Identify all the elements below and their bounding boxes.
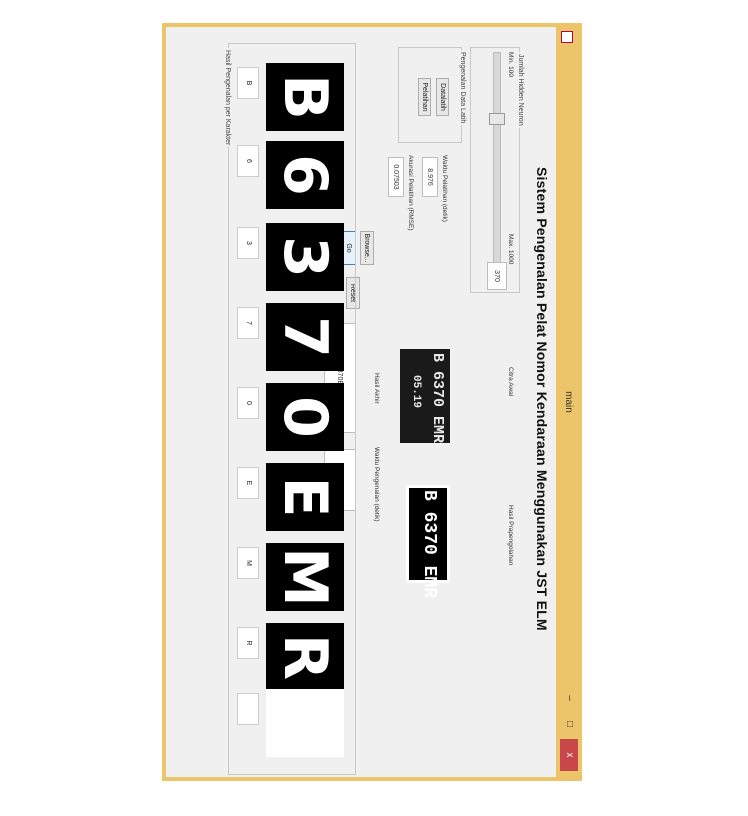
slider-thumb[interactable] [489, 113, 505, 125]
char-result-field: R [237, 627, 259, 659]
hidden-neuron-title: Jumlah Hidden Neuron [517, 52, 524, 128]
segmented-char-glyph: 0 [266, 383, 344, 451]
load-training-data-button[interactable]: Datalatih [436, 78, 449, 116]
char-result-field: E [237, 467, 259, 499]
segmented-char-image: R [266, 623, 344, 691]
main-panel: Sistem Pengenalan Pelat Nomor Kendaraan … [166, 27, 556, 777]
training-time-label: Waktu Pelatihan (detik) [441, 155, 448, 222]
segmented-char-glyph: B [266, 63, 344, 131]
segmentation-title: Hasil Pengenalan per Karakter [224, 48, 231, 148]
slider-min-label: Min. 100 [507, 52, 514, 77]
char-result-field: B [237, 67, 259, 99]
browse-button[interactable]: Browse... [360, 231, 374, 265]
final-result-label: Hasil Akhir [373, 373, 380, 404]
training-time-field: 8.976 [422, 157, 438, 197]
segmented-char-glyph: R [266, 623, 344, 691]
segmented-char-glyph: 6 [266, 141, 344, 209]
char-result-field: M [237, 547, 259, 579]
char-result-field: 3 [237, 227, 259, 259]
original-image-label: Citra Awal [507, 367, 514, 397]
segmented-char-glyph: E [266, 463, 344, 531]
result-image-label: Hasil Prapengolahan [507, 505, 514, 566]
segmented-char-image: E [266, 463, 344, 531]
training-group-title: Pengenalan Data Latih [459, 50, 466, 126]
segmented-char-image: M [266, 543, 344, 611]
segmented-char-image: 6 [266, 141, 344, 209]
hidden-neuron-slider[interactable] [489, 52, 505, 264]
segmented-char-glyph: 3 [266, 223, 344, 291]
char-result-field: 0 [237, 387, 259, 419]
training-accuracy-label: Akurasi Pelatihan (RMSE) [407, 155, 414, 231]
screen: main – □ x Sistem Pengenalan Pelat Nomor… [0, 0, 748, 816]
original-plate-number: B 6370 EMR [429, 353, 446, 444]
close-button[interactable]: x [560, 739, 578, 771]
training-accuracy-field: 0.07503 [388, 157, 404, 197]
segmented-char-image: B [266, 63, 344, 131]
maximize-button[interactable]: □ [560, 711, 578, 737]
hidden-neuron-value-field[interactable]: 370 [487, 262, 507, 290]
char-result-field: 6 [237, 145, 259, 177]
page-title: Sistem Pengenalan Pelat Nomor Kendaraan … [534, 167, 550, 631]
result-plate-number: B 6370 EMR [419, 490, 439, 599]
app-window: main – □ x Sistem Pengenalan Pelat Nomor… [162, 23, 582, 781]
segmented-char-image: 0 [266, 383, 344, 451]
char-result-field [237, 693, 259, 725]
segmented-char-glyph: M [266, 543, 344, 611]
hidden-neuron-group: Jumlah Hidden Neuron Min. 100 Max. 1000 … [470, 47, 524, 293]
window-title: main [563, 391, 574, 413]
recognition-time-label: Waktu Pengenalan (detik) [373, 447, 380, 522]
original-plate-sub: 05.19 [410, 375, 422, 409]
minimize-button[interactable]: – [560, 685, 578, 711]
segmented-char-image: 7 [266, 303, 344, 371]
original-plate-image: B 6370 EMR 05.19 [400, 349, 450, 443]
segmented-char-image: 3 [266, 223, 344, 291]
train-button[interactable]: Pelatihan [418, 78, 431, 116]
slider-max-label: Max. 1000 [507, 234, 514, 265]
segmented-char-glyph: 7 [266, 303, 344, 371]
training-group: Pengenalan Data Latih Datalatih Pelatiha… [398, 47, 466, 143]
char-result-field: 7 [237, 307, 259, 339]
result-plate-image: B 6370 EMR [406, 485, 450, 598]
segmented-char-image [266, 689, 344, 757]
title-bar[interactable]: main – □ x [556, 27, 578, 777]
